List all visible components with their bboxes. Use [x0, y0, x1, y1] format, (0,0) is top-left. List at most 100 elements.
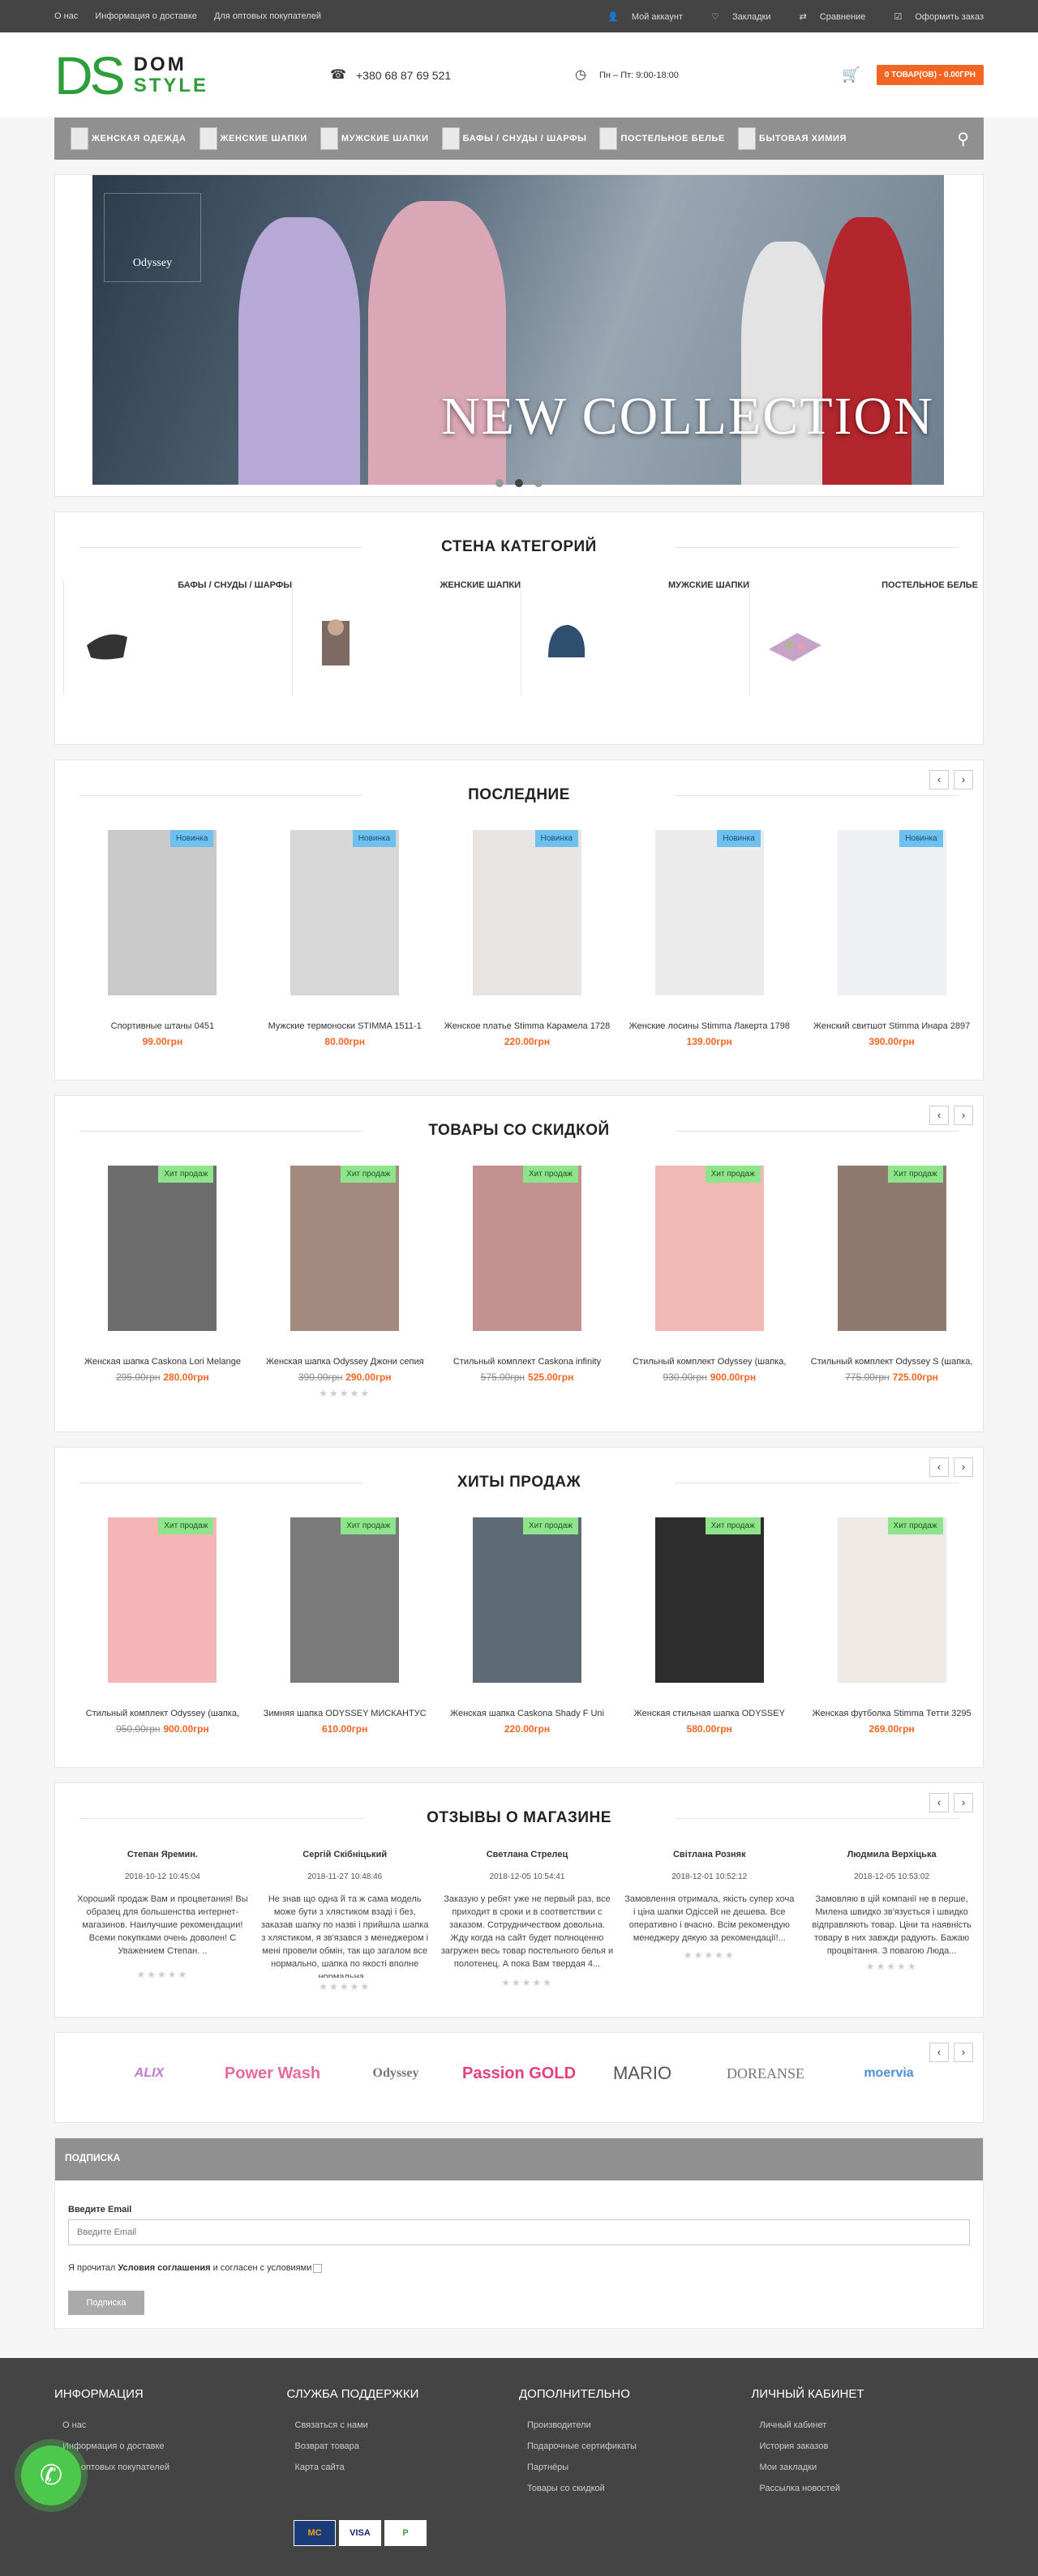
product-name[interactable]: Спортивные штаны 0451 — [71, 1021, 254, 1031]
header-phone[interactable]: ☎ +380 68 87 69 521 — [330, 68, 573, 83]
product-image[interactable]: Хит продаж — [108, 1166, 217, 1331]
product-name[interactable]: Женская стильная шапка ODYSSEY — [618, 1709, 800, 1718]
hero-slider[interactable]: Odyssey NEW COLLECTION — [54, 174, 984, 497]
product-card[interactable]: Хит продаж Стильный комплект Odyssey (шап… — [618, 1166, 800, 1399]
footer-link[interactable]: Для оптовых покупателей — [62, 2463, 287, 2472]
product-image[interactable]: Новинка — [837, 830, 946, 995]
product-image[interactable]: Новинка — [290, 830, 400, 995]
product-name[interactable]: Женские лосины Stimma Лакерта 1798 — [618, 1021, 800, 1031]
brand-logo[interactable]: Passion GOLD — [457, 2065, 581, 2083]
product-card[interactable]: Хит продаж Стильный комплект Caskona infi… — [436, 1166, 619, 1399]
product-image[interactable]: Хит продаж — [654, 1517, 764, 1683]
category-card[interactable]: ЖЕНСКИЕ ШАПКИ — [292, 580, 521, 695]
product-name[interactable]: Стильный комплект Odyssey S (шапка, — [800, 1357, 983, 1367]
brand-logo[interactable]: Odyssey — [334, 2066, 457, 2081]
account-link[interactable]: 👤 Мой аккаунт — [594, 12, 683, 22]
product-name[interactable]: Женская шапка Odyssey Джони сепия — [254, 1357, 436, 1367]
footer-link[interactable]: Производители — [527, 2420, 752, 2430]
product-image[interactable]: Новинка — [108, 830, 217, 995]
product-card[interactable]: Хит продаж Женская стильная шапка ODYSSEY… — [618, 1517, 800, 1735]
product-card[interactable]: Хит продаж Женская футболка Stimma Тетти … — [800, 1517, 983, 1735]
prev-arrow-icon[interactable]: ‹ — [929, 2043, 949, 2062]
product-name[interactable]: Мужские термоноски STIMMA 1511-1 — [254, 1021, 436, 1031]
top-link-about[interactable]: О нас — [54, 11, 78, 21]
checkout-link[interactable]: ☑ Оформить заказ — [881, 12, 984, 22]
footer-link[interactable]: Рассылка новостей — [760, 2484, 984, 2493]
brand-logo[interactable]: Power Wash — [211, 2065, 334, 2083]
product-card[interactable]: Хит продаж Зимняя шапка ODYSSEY МИСКАНТУС… — [254, 1517, 436, 1735]
product-name[interactable]: Зимняя шапка ODYSSEY МИСКАНТУС — [254, 1709, 436, 1718]
menu-item-household[interactable]: БЫТОВАЯ ХИМИЯ — [737, 127, 847, 150]
product-name[interactable]: Женская шапка Caskona Lori Melange — [71, 1357, 254, 1367]
footer-link[interactable]: Товары со скидкой — [527, 2484, 752, 2493]
search-icon[interactable]: ⚲ — [957, 129, 969, 149]
product-card[interactable]: Хит продаж Стильный комплект Odyssey (шап… — [71, 1517, 254, 1735]
footer-link[interactable]: Информация о доставке — [62, 2441, 287, 2451]
product-image[interactable]: Хит продаж — [472, 1166, 581, 1331]
footer-link[interactable]: Подарочные сертификаты — [527, 2441, 752, 2451]
slider-dot-active[interactable] — [515, 479, 523, 487]
product-card[interactable]: Новинка Спортивные штаны 0451 99.00грн — [71, 830, 254, 1047]
footer-link[interactable]: Мои закладки — [760, 2463, 984, 2472]
footer-link[interactable]: Связаться с нами — [295, 2420, 520, 2430]
product-card[interactable]: Хит продаж Женская шапка Caskona Lori Mel… — [71, 1166, 254, 1399]
next-arrow-icon[interactable]: › — [954, 2043, 973, 2062]
product-card[interactable]: Хит продаж Женская шапка Odyssey Джони се… — [254, 1166, 436, 1399]
category-card[interactable]: ПОСТЕЛЬНОЕ БЕЛЬЕ — [749, 580, 978, 695]
product-name[interactable]: Женское платье Stimma Карамела 1728 — [436, 1021, 619, 1031]
brand-logo[interactable]: MARIO — [581, 2063, 704, 2084]
product-card[interactable]: Новинка Мужские термоноски STIMMA 1511-1 8… — [254, 830, 436, 1047]
compare-link[interactable]: ⇄ Сравнение — [787, 12, 866, 22]
brand-logo[interactable]: moervia — [827, 2066, 950, 2081]
product-image[interactable]: Новинка — [472, 830, 581, 995]
product-name[interactable]: Женская футболка Stimma Тетти 3295 — [800, 1709, 983, 1718]
product-name[interactable]: Женский свитшот Stimma Инара 2897 — [800, 1021, 983, 1031]
product-card[interactable]: Хит продаж Женская шапка Caskona Shady F … — [436, 1517, 619, 1735]
product-image[interactable]: Хит продаж — [108, 1517, 217, 1683]
footer-link[interactable]: Карта сайта — [295, 2463, 520, 2472]
product-card[interactable]: Новинка Женское платье Stimma Карамела 17… — [436, 830, 619, 1047]
hero-slide-image[interactable]: Odyssey NEW COLLECTION — [92, 175, 944, 485]
footer-link[interactable]: Возврат товара — [295, 2441, 520, 2451]
menu-item-mens-hats[interactable]: МУЖСКИЕ ШАПКИ — [320, 127, 429, 150]
product-name[interactable]: Стильный комплект Odyssey (шапка, — [71, 1709, 254, 1718]
footer-link[interactable]: Личный кабинет — [760, 2420, 984, 2430]
call-back-button[interactable]: ✆ — [21, 2445, 81, 2505]
product-card[interactable]: Новинка Женские лосины Stimma Лакерта 179… — [618, 830, 800, 1047]
product-image[interactable]: Хит продаж — [654, 1166, 764, 1331]
menu-item-bedding[interactable]: ПОСТЕЛЬНОЕ БЕЛЬЕ — [599, 127, 725, 150]
product-image[interactable]: Хит продаж — [290, 1166, 400, 1331]
product-image[interactable]: Новинка — [654, 830, 764, 995]
product-image[interactable]: Хит продаж — [290, 1517, 400, 1683]
product-card[interactable]: Новинка Женский свитшот Stimma Инара 2897… — [800, 830, 983, 1047]
category-card[interactable]: БАФЫ / СНУДЫ / ШАРФЫ — [63, 580, 292, 695]
menu-item-womens-clothing[interactable]: ЖЕНСКАЯ ОДЕЖДА — [71, 127, 187, 150]
wishlist-link[interactable]: ♡ Закладки — [698, 12, 770, 22]
terms-link[interactable]: Условия соглашения — [118, 2263, 210, 2273]
top-link-wholesale[interactable]: Для оптовых покупателей — [214, 11, 321, 21]
brand-logo[interactable]: ALIX — [88, 2066, 211, 2081]
cart-button[interactable]: 0 ТОВАР(ОВ) - 0.00ГРН — [876, 65, 984, 85]
brand-logo[interactable]: DOREANSE — [704, 2065, 827, 2082]
footer-link[interactable]: О нас — [62, 2420, 287, 2430]
footer-link[interactable]: История заказов — [760, 2441, 984, 2451]
product-image[interactable]: Хит продаж — [837, 1517, 946, 1683]
slider-dot[interactable] — [495, 479, 504, 487]
cart[interactable]: 🛒 0 ТОВАР(ОВ) - 0.00ГРН — [842, 65, 984, 85]
subscribe-button[interactable]: Подписка — [68, 2291, 144, 2315]
logo[interactable]: DS DOM STYLE — [54, 49, 273, 102]
email-field[interactable] — [68, 2219, 970, 2245]
top-link-delivery[interactable]: Информация о доставке — [95, 11, 197, 21]
product-name[interactable]: Стильный комплект Odyssey (шапка, — [618, 1357, 800, 1367]
menu-item-scarves[interactable]: БАФЫ / СНУДЫ / ШАРФЫ — [441, 127, 587, 150]
slider-dot[interactable] — [534, 479, 543, 487]
category-card[interactable]: МУЖСКИЕ ШАПКИ — [521, 580, 749, 695]
footer-link[interactable]: Партнёры — [527, 2463, 752, 2472]
product-card[interactable]: Хит продаж Стильный комплект Odyssey S (ш… — [800, 1166, 983, 1399]
product-image[interactable]: Хит продаж — [472, 1517, 581, 1683]
agree-checkbox[interactable] — [313, 2263, 323, 2273]
product-image[interactable]: Хит продаж — [837, 1166, 946, 1331]
menu-item-womens-hats[interactable]: ЖЕНСКИЕ ШАПКИ — [199, 127, 307, 150]
product-name[interactable]: Стильный комплект Caskona infinity — [436, 1357, 619, 1367]
product-name[interactable]: Женская шапка Caskona Shady F Uni — [436, 1709, 619, 1718]
